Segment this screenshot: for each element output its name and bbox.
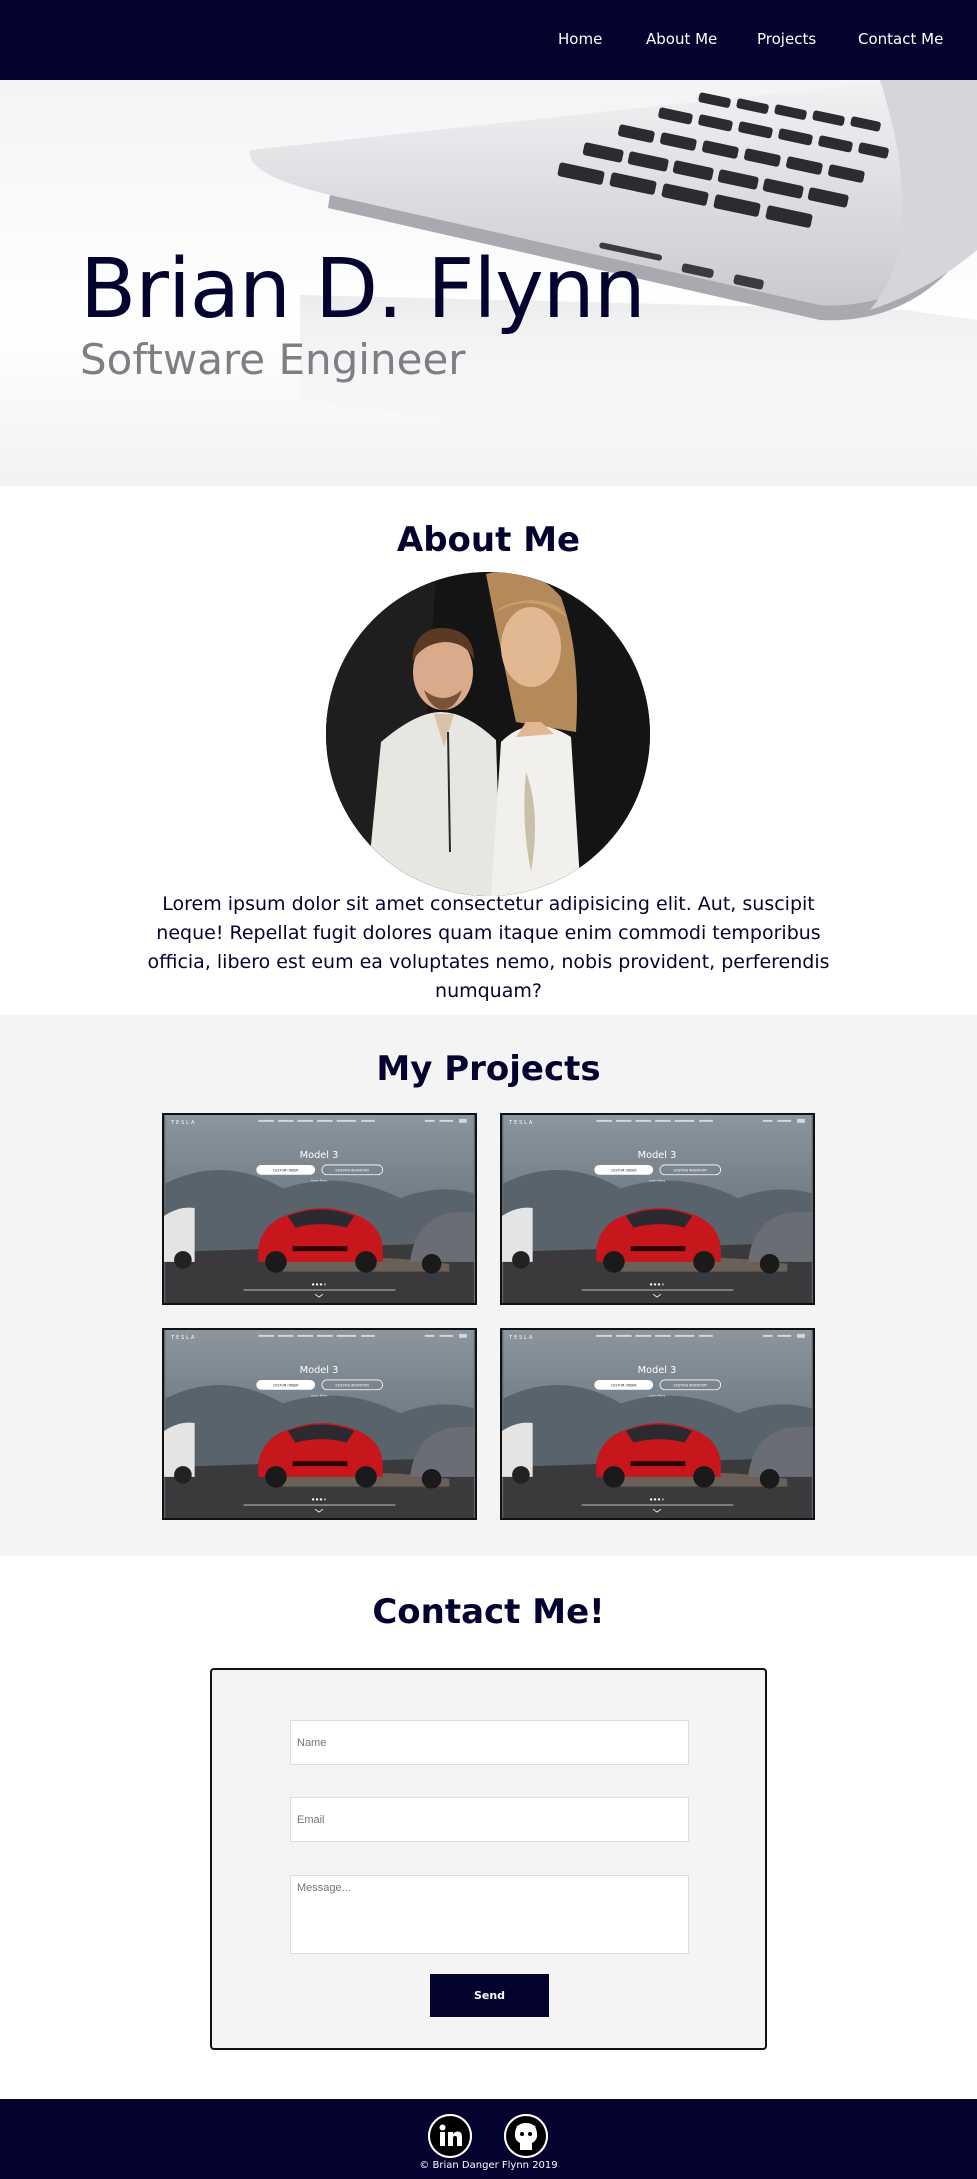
- svg-text:CUSTOM ORDER: CUSTOM ORDER: [273, 1384, 300, 1388]
- message-field[interactable]: [290, 1875, 689, 1954]
- svg-text:TESLA: TESLA: [508, 1335, 534, 1341]
- top-navbar: Home About Me Projects Contact Me: [0, 0, 977, 80]
- footer: © Brian Danger Flynn 2019: [0, 2099, 977, 2179]
- copyright-text: © Brian Danger Flynn 2019: [419, 2160, 558, 2171]
- svg-text:EXISTING INVENTORY: EXISTING INVENTORY: [336, 1169, 370, 1173]
- project-card[interactable]: TESLA Model 3 CUSTOM ORDER EXISTING INVE…: [500, 1328, 815, 1520]
- svg-text:Model 3: Model 3: [300, 1365, 339, 1376]
- profile-photo-figures: [326, 572, 650, 896]
- github-link[interactable]: [504, 2114, 548, 2158]
- hero-section: Brian D. Flynn Software Engineer: [0, 80, 977, 486]
- nav-link-contact[interactable]: Contact Me: [858, 30, 943, 48]
- project-screenshot: TESLA Model 3 CUSTOM ORDER EXISTING INVE…: [164, 1330, 475, 1518]
- nav-link-home[interactable]: Home: [558, 30, 602, 48]
- nav-link-about[interactable]: About Me: [646, 30, 717, 48]
- svg-text:CUSTOM ORDER: CUSTOM ORDER: [273, 1169, 300, 1173]
- linkedin-link[interactable]: [428, 2114, 472, 2158]
- project-screenshot: TESLA Model 3 CUSTOM ORDER EXISTING INVE…: [502, 1330, 813, 1518]
- svg-text:CUSTOM ORDER: CUSTOM ORDER: [611, 1169, 638, 1173]
- project-screenshot: TESLA Model 3 CUSTOM ORDER EXISTING INVE…: [164, 1115, 475, 1303]
- svg-text:Learn More: Learn More: [311, 1179, 328, 1183]
- svg-text:TESLA: TESLA: [508, 1120, 534, 1126]
- svg-text:Model 3: Model 3: [300, 1150, 339, 1161]
- svg-text:TESLA: TESLA: [170, 1335, 196, 1341]
- svg-text:EXISTING INVENTORY: EXISTING INVENTORY: [674, 1384, 708, 1388]
- svg-text:Model 3: Model 3: [638, 1365, 677, 1376]
- nav-link-projects[interactable]: Projects: [757, 30, 816, 48]
- linkedin-icon: [428, 2114, 472, 2158]
- about-heading: About Me: [396, 520, 581, 560]
- hero-name: Brian D. Flynn: [80, 242, 646, 337]
- project-card[interactable]: TESLA Model 3 CUSTOM ORDER EXISTING INVE…: [162, 1328, 477, 1520]
- github-icon: [504, 2114, 548, 2158]
- svg-text:CUSTOM ORDER: CUSTOM ORDER: [611, 1384, 638, 1388]
- svg-text:Model 3: Model 3: [638, 1150, 677, 1161]
- svg-text:EXISTING INVENTORY: EXISTING INVENTORY: [336, 1384, 370, 1388]
- projects-section: My Projects TESLA Model 3 CUSTOM ORDER E…: [0, 1015, 977, 1556]
- projects-heading: My Projects: [376, 1049, 601, 1089]
- project-screenshot: TESLA Model 3 CUSTOM ORDER EXISTING INVE…: [502, 1115, 813, 1303]
- hero-job-title: Software Engineer: [80, 335, 466, 384]
- svg-text:Learn More: Learn More: [311, 1394, 328, 1398]
- name-field[interactable]: [290, 1720, 689, 1765]
- svg-text:TESLA: TESLA: [170, 1120, 196, 1126]
- send-button[interactable]: Send: [430, 1974, 549, 2017]
- about-paragraph: Lorem ipsum dolor sit amet consectetur a…: [147, 893, 830, 1002]
- project-card[interactable]: TESLA Model 3 CUSTOM ORDER EXISTING INVE…: [500, 1113, 815, 1305]
- svg-text:EXISTING INVENTORY: EXISTING INVENTORY: [674, 1169, 708, 1173]
- project-card[interactable]: TESLA Model 3 CUSTOM ORDER EXISTING INVE…: [162, 1113, 477, 1305]
- svg-text:Learn More: Learn More: [649, 1394, 666, 1398]
- svg-text:Learn More: Learn More: [649, 1179, 666, 1183]
- profile-photo: [326, 572, 650, 896]
- contact-form: Send: [210, 1668, 767, 2050]
- email-field[interactable]: [290, 1797, 689, 1842]
- contact-heading: Contact Me!: [372, 1592, 605, 1632]
